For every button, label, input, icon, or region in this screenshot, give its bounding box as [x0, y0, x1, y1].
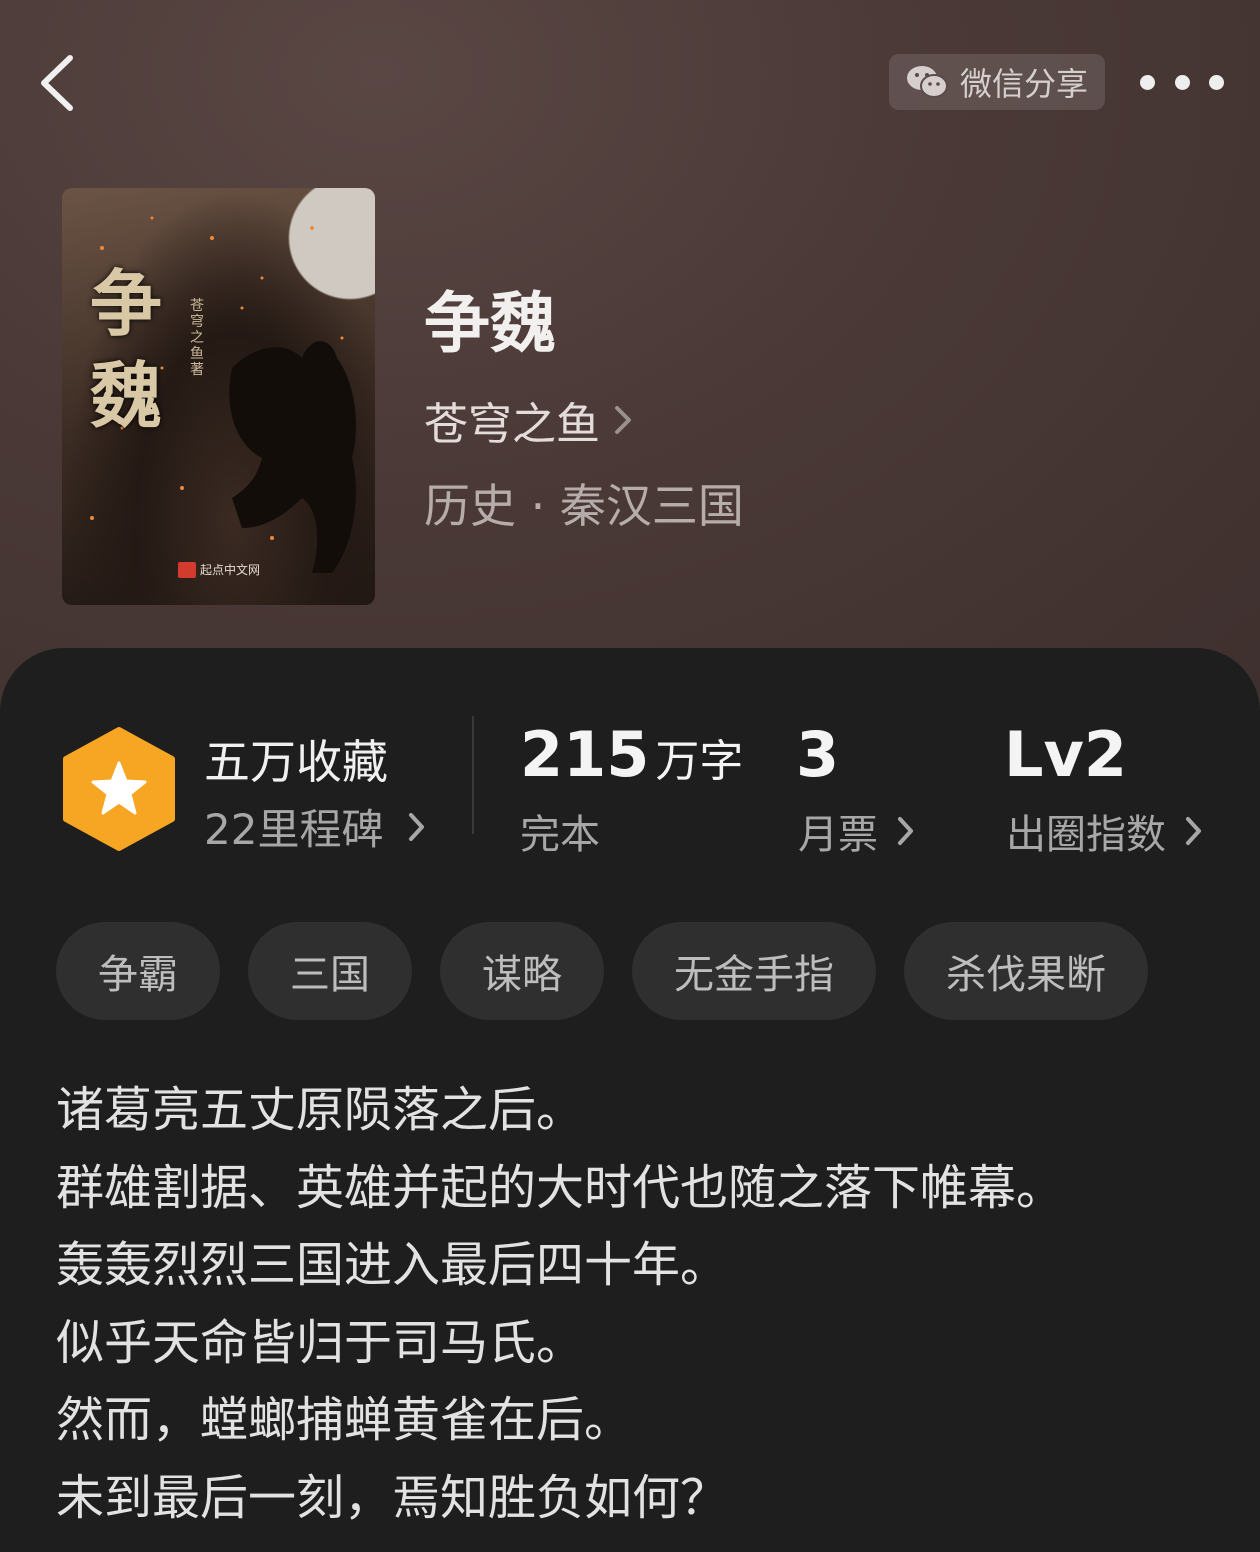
- status-label: 完本: [520, 812, 600, 858]
- dot-icon: [1209, 74, 1224, 90]
- monthly-tickets-link[interactable]: 月票: [798, 802, 916, 860]
- favorites-count: 五万收藏: [204, 735, 388, 789]
- monthly-tickets-value: 3: [796, 718, 840, 791]
- synopsis-line: 群雄割据、英雄并起的大时代也随之落下帷幕。: [56, 1159, 1065, 1216]
- wechat-share-button[interactable]: 微信分享: [889, 54, 1105, 110]
- publisher-logo-icon: [178, 561, 196, 578]
- tag-chip[interactable]: 争霸: [56, 922, 220, 1020]
- tag-chip[interactable]: 杀伐果断: [904, 922, 1148, 1020]
- word-count-unit: 万字: [655, 736, 744, 787]
- synopsis[interactable]: 诸葛亮五丈原陨落之后。 群雄割据、英雄并起的大时代也随之落下帷幕。 轰轰烈烈三国…: [56, 1072, 1216, 1538]
- chevron-right-icon: [409, 812, 425, 841]
- synopsis-line: 未到最后一刻，焉知胜负如何？: [56, 1469, 729, 1526]
- chevron-left-icon: [41, 55, 73, 111]
- milestones-link[interactable]: 22里程碑: [204, 796, 427, 857]
- popularity-index-label: 出圈指数: [1006, 812, 1166, 858]
- book-category: 历史 · 秦汉三国: [424, 479, 744, 533]
- wechat-icon: [906, 66, 948, 98]
- tag-chip[interactable]: 谋略: [440, 922, 604, 1020]
- tag-chip[interactable]: 三国: [248, 922, 412, 1020]
- more-options-button[interactable]: [1140, 60, 1224, 104]
- synopsis-line: 轰轰烈烈三国进入最后四十年。: [56, 1237, 729, 1294]
- chevron-right-icon: [615, 406, 631, 434]
- back-button[interactable]: [34, 50, 84, 116]
- dot-icon: [1140, 74, 1155, 90]
- synopsis-line: 然而，螳螂捕蝉黄雀在后。: [56, 1392, 633, 1449]
- cover-author: 苍穹之鱼 著: [190, 298, 204, 378]
- chevron-right-icon: [898, 817, 913, 845]
- chevron-right-icon: [1186, 817, 1201, 845]
- milestones-label: 22里程碑: [204, 805, 384, 854]
- completion-status: 完本: [520, 802, 600, 860]
- author-link[interactable]: 苍穹之鱼: [424, 388, 634, 452]
- synopsis-line: 诸葛亮五丈原陨落之后。: [56, 1082, 585, 1138]
- word-count-value: 215: [520, 718, 650, 791]
- share-label: 微信分享: [959, 65, 1088, 103]
- dot-icon: [1174, 74, 1190, 90]
- book-title: 争魏: [424, 284, 556, 362]
- word-count: 215 万字: [520, 718, 743, 791]
- favorites-star-badge-icon: [63, 727, 175, 851]
- cover-title: 争魏: [90, 261, 163, 438]
- synopsis-line: 似乎天命皆归于司马氏。: [56, 1314, 585, 1371]
- monthly-tickets-label: 月票: [798, 812, 878, 858]
- cover-publisher: 起点中文网: [178, 561, 260, 578]
- horse-rider-art: [229, 341, 357, 573]
- tag-chip[interactable]: 无金手指: [632, 922, 876, 1020]
- popularity-level-value: Lv2: [1004, 718, 1128, 791]
- tag-list: 争霸 三国 谋略 无金手指 杀伐果断: [56, 922, 1148, 1020]
- stats-divider: [472, 716, 474, 834]
- book-cover[interactable]: 争魏 苍穹之鱼 著 起点中文网: [62, 188, 375, 605]
- publisher-name: 起点中文网: [200, 563, 261, 577]
- author-name: 苍穹之鱼: [424, 399, 600, 450]
- popularity-index-link[interactable]: 出圈指数: [1006, 802, 1204, 860]
